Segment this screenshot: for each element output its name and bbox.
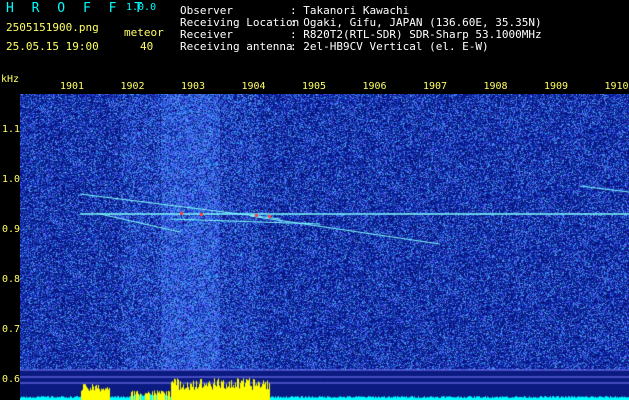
x-tick-label: 1905	[302, 81, 327, 92]
x-tick-label: 1910	[604, 81, 629, 92]
x-tick-label: 1909	[544, 81, 569, 92]
x-tick-label: 1907	[423, 81, 448, 92]
y-tick-label: 1.1	[2, 124, 21, 135]
y-tick-label: 0.6	[2, 374, 21, 385]
datetime-label: 25.05.15 19:00	[6, 40, 99, 53]
info-observer-label: Observer	[180, 4, 233, 17]
filename-label: 2505151900.png	[6, 21, 99, 34]
info-location-value: : Ogaki, Gifu, JAPAN (136.60E, 35.35N)	[290, 16, 542, 29]
spectrogram-canvas	[20, 94, 629, 400]
info-antenna-label: Receiving antenna	[180, 40, 293, 53]
y-tick-label: 0.7	[2, 324, 21, 335]
y-tick-label: 0.9	[2, 224, 21, 235]
x-tick-label: 1902	[120, 81, 145, 92]
meteor-count: 40	[140, 40, 154, 53]
x-tick-label: 1908	[483, 81, 508, 92]
meteor-label: meteor	[124, 26, 164, 39]
y-tick-label: 1.0	[2, 174, 21, 185]
x-tick-label: 1901	[60, 81, 85, 92]
x-tick-label: 1906	[362, 81, 387, 92]
info-observer-value: : Takanori Kawachi	[290, 4, 410, 17]
y-axis-unit: kHz	[1, 74, 20, 85]
info-receiver-label: Receiver	[180, 28, 233, 41]
x-tick-label: 1903	[181, 81, 206, 92]
info-location-label: Receiving Location	[180, 16, 300, 29]
y-tick-label: 0.8	[2, 274, 21, 285]
x-tick-label: 1904	[241, 81, 266, 92]
app-version: 1.0.0	[126, 2, 157, 13]
info-antenna-value: : 2el-HB9CV Vertical (el. E-W)	[290, 40, 489, 53]
info-receiver-value: : R820T2(RTL-SDR) SDR-Sharp 53.1000MHz	[290, 28, 542, 41]
